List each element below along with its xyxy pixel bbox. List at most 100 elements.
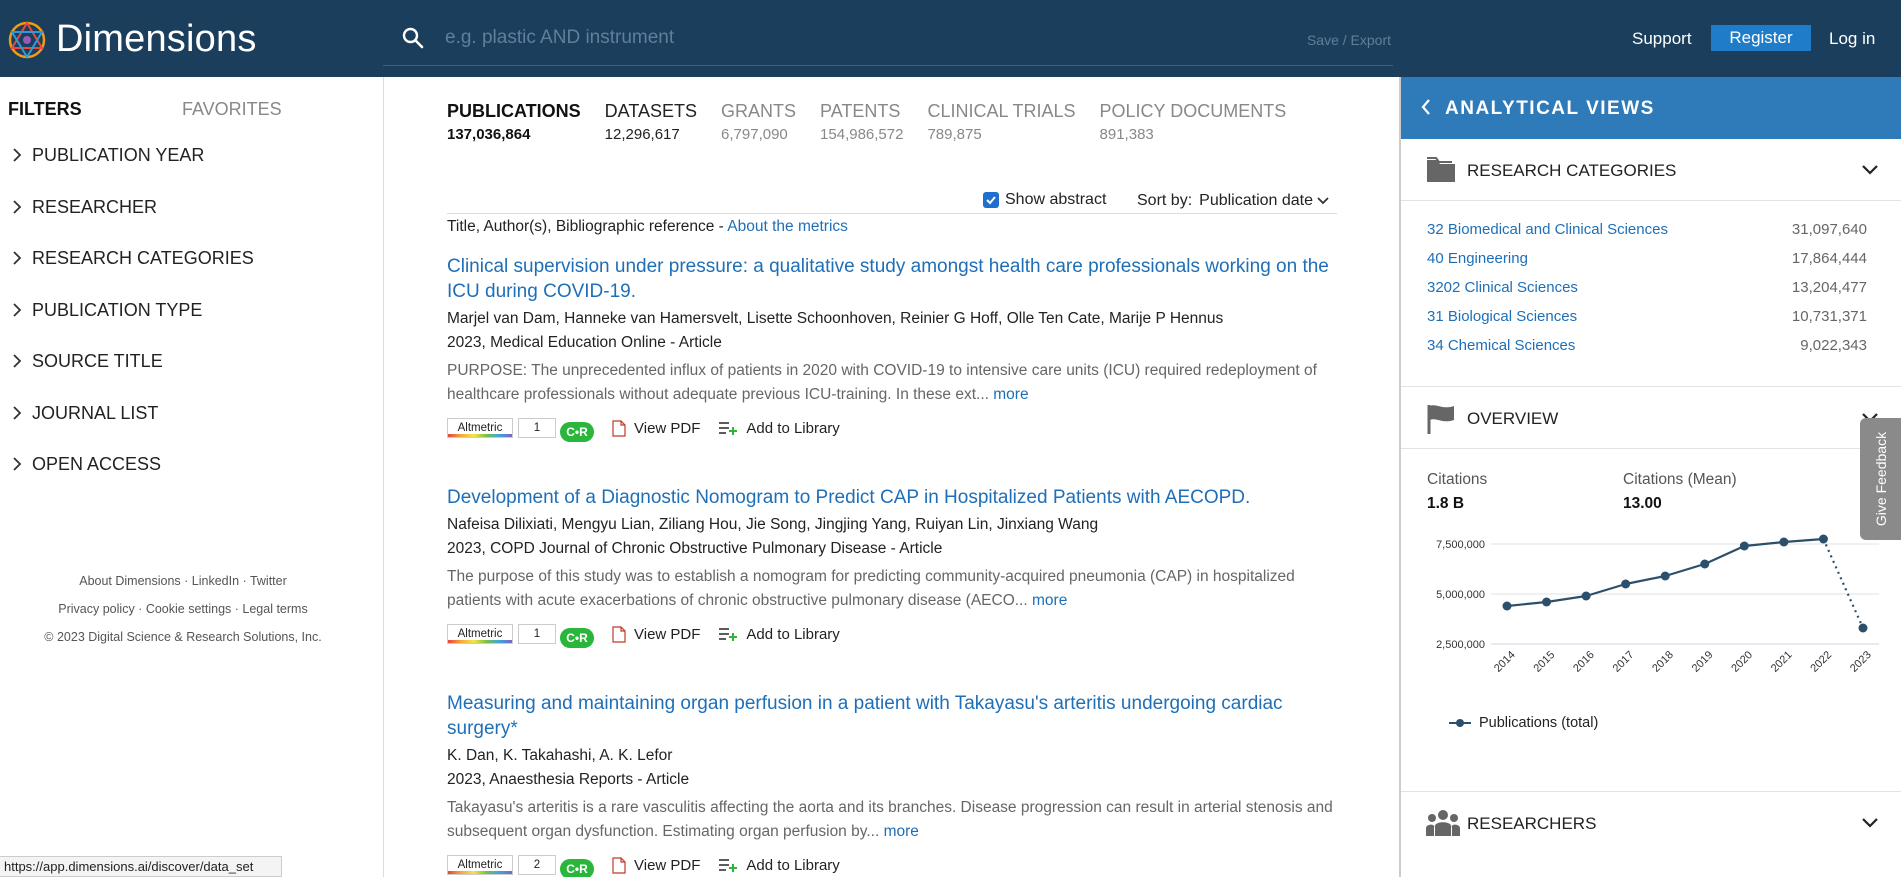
search-icon[interactable] [401,26,425,50]
altmetric-badge[interactable]: Altmetric 1 [447,418,556,438]
login-link[interactable]: Log in [1829,29,1875,49]
tab-count: 891,383 [1099,126,1154,143]
overview-header[interactable]: OVERVIEW [1401,387,1901,449]
result-title-link[interactable]: Measuring and maintaining organ perfusio… [447,691,1347,741]
tab-datasets[interactable]: DATASETS 12,296,617 [605,101,697,143]
sort-by-label: Sort by: [1137,192,1193,209]
about-metrics-link[interactable]: About the metrics [727,218,848,235]
filter-publication-type[interactable]: PUBLICATION TYPE [12,300,254,352]
citations-value: 1.8 B [1427,495,1465,512]
top-header: Dimensions Save / Export Support Registe… [0,0,1901,77]
category-link[interactable]: 32 Biomedical and Clinical Sciences [1427,221,1668,250]
tab-count: 6,797,090 [721,126,788,143]
tab-favorites[interactable]: FAVORITES [182,99,282,120]
category-link[interactable]: 34 Chemical Sciences [1427,337,1575,366]
data-point [1542,597,1552,607]
view-pdf-button[interactable]: View PDF [612,857,700,874]
filter-label: SOURCE TITLE [32,351,163,371]
more-link[interactable]: more [1032,592,1067,609]
chevron-down-icon [1317,197,1329,205]
filter-researcher[interactable]: RESEARCHER [12,197,254,249]
filter-publication-year[interactable]: PUBLICATION YEAR [12,145,254,197]
x-tick-label: 2021 [1769,649,1795,675]
series-segment [1704,544,1745,566]
support-link[interactable]: Support [1632,29,1692,49]
pdf-file-icon [612,625,626,643]
category-link[interactable]: 40 Engineering [1427,250,1528,279]
category-link[interactable]: 31 Biological Sciences [1427,308,1577,337]
view-pdf-button[interactable]: View PDF [612,626,700,643]
result-title-link[interactable]: Development of a Diagnostic Nomogram to … [447,485,1347,510]
twitter-link[interactable]: Twitter [250,574,287,588]
give-feedback-button[interactable]: Give Feedback [1860,418,1901,540]
filter-journal-list[interactable]: JOURNAL LIST [12,403,254,455]
y-tick-label: 7,500,000 [1436,539,1485,551]
y-tick-label: 5,000,000 [1436,589,1485,601]
legend-label: Publications (total) [1479,715,1599,731]
tab-clinical-trials[interactable]: CLINICAL TRIALS 789,875 [927,101,1075,143]
filter-source-title[interactable]: SOURCE TITLE [12,351,254,403]
category-count: 10,731,371 [1791,308,1867,325]
chevron-right-icon [13,148,22,162]
more-link[interactable]: more [884,823,919,840]
result-item: Measuring and maintaining organ perfusio… [447,691,1347,877]
tab-policy-documents[interactable]: POLICY DOCUMENTS 891,383 [1100,101,1287,143]
cookie-settings-link[interactable]: Cookie settings [146,602,231,616]
result-actions: Altmetric 1 C•R View PDF Add to Library [447,416,1347,442]
privacy-policy-link[interactable]: Privacy policy [58,602,134,616]
flag-icon [1427,405,1454,434]
tab-patents[interactable]: PATENTS 154,986,572 [820,101,903,143]
add-to-list-icon [719,422,738,435]
result-item: Clinical supervision under pressure: a q… [447,254,1347,442]
dimensions-logo[interactable]: Dimensions [6,18,257,61]
result-actions: Altmetric 2 C•R View PDF Add to Library [447,853,1347,877]
pdf-file-icon [612,419,626,437]
altmetric-badge[interactable]: Altmetric 2 [447,855,556,875]
crossref-badge[interactable]: C•R [560,628,594,648]
chevron-right-icon [13,251,22,265]
linkedin-link[interactable]: LinkedIn [192,574,239,588]
analytical-views-header[interactable]: ANALYTICAL VIEWS [1401,77,1901,139]
chevron-down-icon[interactable] [1862,165,1878,175]
reference-line: Title, Author(s), Bibliographic referenc… [447,218,848,236]
tab-filters[interactable]: FILTERS [8,99,82,120]
category-link[interactable]: 3202 Clinical Sciences [1427,279,1578,308]
legal-terms-link[interactable]: Legal terms [242,602,307,616]
add-to-library-button[interactable]: Add to Library [718,419,840,437]
filter-research-categories[interactable]: RESEARCH CATEGORIES [12,248,254,300]
view-pdf-label: View PDF [634,419,701,437]
add-to-library-button[interactable]: Add to Library [718,626,840,643]
result-source: 2023, Medical Education Online - Article [447,334,722,351]
researchers-title: RESEARCHERS [1467,814,1597,833]
result-title-link[interactable]: Clinical supervision under pressure: a q… [447,254,1347,304]
copyright-text: © 2023 Digital Science & Research Soluti… [44,630,322,644]
show-abstract-toggle[interactable]: Show abstract [983,191,1106,209]
chevron-left-icon[interactable] [1421,99,1431,115]
more-link[interactable]: more [993,386,1028,403]
people-icon [1426,810,1460,836]
crossref-badge[interactable]: C•R [560,859,594,877]
chevron-down-icon[interactable] [1862,818,1878,828]
research-categories-header[interactable]: RESEARCH CATEGORIES [1401,139,1901,201]
filter-open-access[interactable]: OPEN ACCESS [12,454,254,506]
crossref-badge[interactable]: C•R [560,422,594,442]
add-to-list-icon [719,859,738,872]
x-tick-label: 2015 [1532,649,1558,675]
search-input[interactable] [445,22,1245,54]
save-export-button[interactable]: Save / Export [1307,32,1391,48]
researchers-header[interactable]: RESEARCHERS [1401,792,1901,854]
about-dimensions-link[interactable]: About Dimensions [79,574,180,588]
show-abstract-checkbox[interactable] [983,192,999,208]
result-authors: Nafeisa Dilixiati, Mengyu Lian, Ziliang … [447,516,1099,533]
tab-publications[interactable]: PUBLICATIONS 137,036,864 [447,101,581,143]
tab-grants[interactable]: GRANTS 6,797,090 [721,101,796,143]
register-button[interactable]: Register [1711,25,1811,51]
add-to-library-label: Add to Library [746,419,840,437]
view-pdf-button[interactable]: View PDF [612,420,700,437]
series-segment [1664,562,1706,578]
sort-by-dropdown[interactable]: Sort by: Publication date [1137,192,1329,210]
chevron-right-icon [13,457,22,471]
altmetric-badge[interactable]: Altmetric 1 [447,624,556,644]
x-tick-label: 2022 [1808,649,1834,675]
add-to-library-button[interactable]: Add to Library [718,857,840,874]
